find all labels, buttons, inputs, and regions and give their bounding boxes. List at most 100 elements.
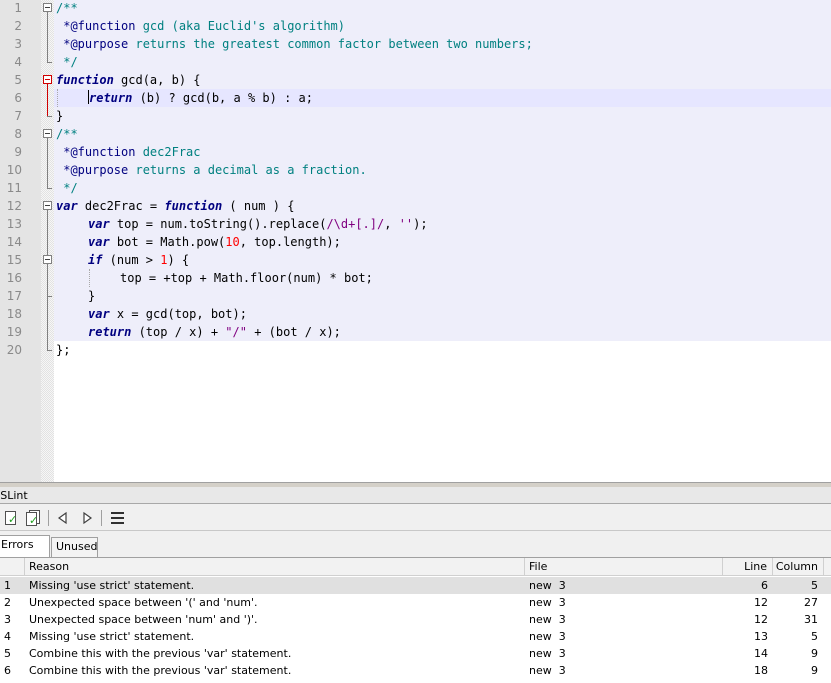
code-text: return (top / x) + "/" + (bot / x); [88,325,341,339]
code-line-11[interactable]: 11 */ [0,179,831,197]
code-line-6[interactable]: 6 return (b) ? gcd(b, a % b) : a; [0,89,831,107]
cell-line: 13 [754,630,768,643]
fold-toggle[interactable] [41,125,54,143]
cell-column: 9 [811,664,818,677]
minus-box-icon[interactable] [43,201,52,210]
cell-reason: Missing 'use strict' statement. [29,579,195,592]
minus-box-icon[interactable] [43,129,52,138]
tab-errors[interactable]: Errors (6) [0,535,50,569]
fold-toggle[interactable] [41,0,54,17]
code-line-3[interactable]: 3 *@purpose returns the greatest common … [0,35,831,53]
fold-toggle[interactable] [41,71,54,89]
code-text: }; [56,343,71,357]
column-header-column[interactable]: Column [773,558,824,576]
cell-reason: Unexpected space between 'num' and ')'. [29,613,258,626]
table-row[interactable]: 4 Missing 'use strict' statement. new 3 13 5 [0,628,831,645]
code-text: return (b) ? gcd(b, a % b) : a; [88,90,313,105]
cell-num: 5 [4,647,11,660]
code-text: *@purpose returns a decimal as a fractio… [56,163,367,177]
cell-column: 27 [804,596,818,609]
cell-num: 6 [4,664,11,677]
line-number: 19 [6,325,22,339]
table-row[interactable]: 3 Unexpected space between 'num' and ')'.… [0,611,831,628]
code-text: var bot = Math.pow(10, top.length); [88,235,341,249]
cell-num: 3 [4,613,11,626]
next-error-icon[interactable] [78,509,96,527]
cell-reason: Unexpected space between '(' and 'num'. [29,596,258,609]
table-row[interactable]: 1 Missing 'use strict' statement. new 3 6 5 [0,577,831,594]
previous-error-icon[interactable] [54,509,72,527]
line-number: 8 [14,127,22,141]
line-number: 5 [14,73,22,87]
fold-toggle[interactable] [41,197,54,215]
code-line-8[interactable]: 8 /** [0,125,831,143]
code-text: top = +top + Math.floor(num) * bot; [120,271,373,285]
code-text: var dec2Frac = function ( num ) { [56,199,295,213]
code-line-16[interactable]: 16 top = +top + Math.floor(num) * bot; [0,269,831,287]
line-number: 13 [6,217,22,231]
cell-column: 5 [811,579,818,592]
line-number: 16 [6,271,22,285]
column-header-index[interactable] [0,558,25,576]
code-line-13[interactable]: 13 var top = num.toString().replace(/\d+… [0,215,831,233]
cell-file: new 3 [529,647,566,660]
options-list-icon[interactable] [108,509,126,527]
code-line-9[interactable]: 9 *@function dec2Frac [0,143,831,161]
column-header-line[interactable]: Line [723,558,773,576]
line-number: 2 [14,19,22,33]
fold-toggle[interactable] [41,251,54,269]
code-text: function gcd(a, b) { [56,73,201,87]
tab-unused[interactable]: Unused [51,537,98,557]
code-line-4[interactable]: 4 */ [0,53,831,71]
cell-line: 12 [754,613,768,626]
cell-file: new 3 [529,596,566,609]
minus-box-icon[interactable] [43,255,52,264]
cell-line: 6 [761,579,768,592]
cell-line: 12 [754,596,768,609]
result-tabs: Errors (6) Unused [0,535,831,569]
table-row[interactable]: 2 Unexpected space between '(' and 'num'.… [0,594,831,611]
column-header-file[interactable]: File [525,558,723,576]
cell-reason: Combine this with the previous 'var' sta… [29,664,292,677]
cell-reason: Combine this with the previous 'var' sta… [29,647,292,660]
cell-line: 14 [754,647,768,660]
code-line-2[interactable]: 2 *@function gcd (aka Euclid's algorithm… [0,17,831,35]
minus-box-icon[interactable] [43,75,52,84]
code-line-10[interactable]: 10 *@purpose returns a decimal as a frac… [0,161,831,179]
line-number: 1 [14,1,22,15]
code-text: } [56,109,64,123]
code-line-20[interactable]: 20 }; [0,341,831,359]
column-header-reason[interactable]: Reason [25,558,525,576]
code-line-7[interactable]: 7 } [0,107,831,125]
table-header: Reason File Line Column [0,558,831,576]
code-line-5[interactable]: 5 function gcd(a, b) { [0,71,831,89]
code-line-15[interactable]: 15 if (num > 1) { [0,251,831,269]
line-number: 7 [14,109,22,123]
code-text: if (num > 1) { [88,253,190,267]
cell-file: new 3 [529,630,566,643]
code-text: var x = gcd(top, bot); [88,307,247,321]
line-number: 15 [6,253,22,267]
lint-all-docs-icon[interactable]: ✓ [24,509,42,527]
minus-box-icon[interactable] [43,3,52,12]
lint-current-doc-icon[interactable]: ✓ [2,509,20,527]
cell-column: 5 [811,630,818,643]
cell-num: 1 [4,579,11,592]
line-number: 9 [14,145,22,159]
code-editor[interactable]: 1 /** 2 *@function gcd (aka Euclid's alg… [0,0,831,482]
table-row[interactable]: 5 Combine this with the previous 'var' st… [0,645,831,662]
code-line-14[interactable]: 14 var bot = Math.pow(10, top.length); [0,233,831,251]
code-line-12[interactable]: 12 var dec2Frac = function ( num ) { [0,197,831,215]
line-number: 12 [6,199,22,213]
code-line-18[interactable]: 18 var x = gcd(top, bot); [0,305,831,323]
code-line-17[interactable]: 17 } [0,287,831,305]
code-text: var top = num.toString().replace(/\d+[.]… [88,217,428,231]
table-row[interactable]: 6 Combine this with the previous 'var' st… [0,662,831,679]
cell-num: 2 [4,596,11,609]
code-text: */ [56,55,78,69]
code-text: *@function gcd (aka Euclid's algorithm) [56,19,345,33]
code-text: *@purpose returns the greatest common fa… [56,37,533,51]
code-line-1[interactable]: 1 /** [0,0,831,17]
code-text: */ [56,181,78,195]
code-line-19[interactable]: 19 return (top / x) + "/" + (bot / x); [0,323,831,341]
